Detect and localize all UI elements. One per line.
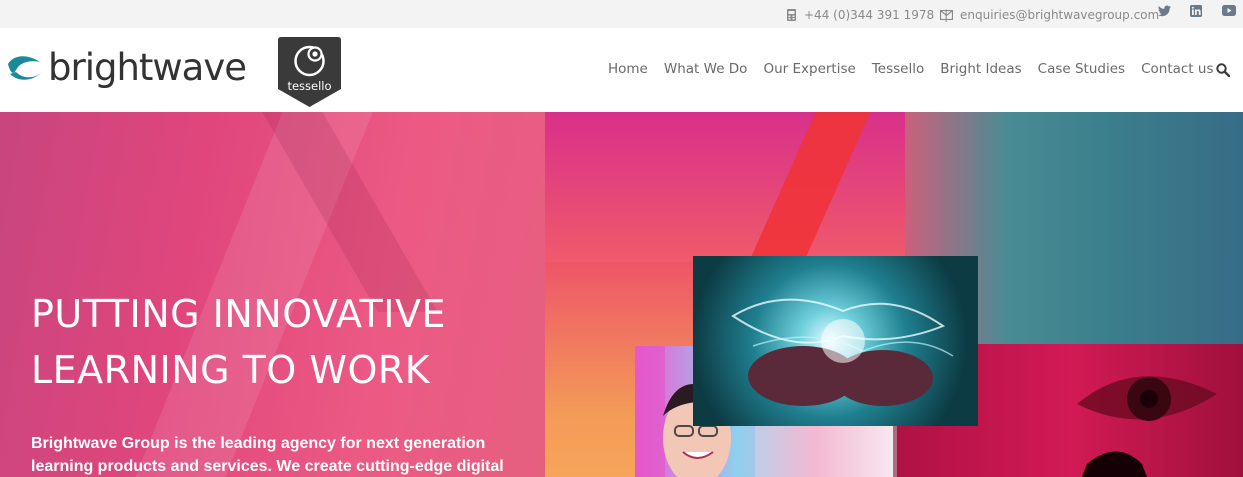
phone-icon bbox=[787, 9, 796, 21]
search-icon[interactable] bbox=[1216, 63, 1230, 77]
email-address[interactable]: enquiries@brightwavegroup.com bbox=[960, 8, 1159, 22]
nav-item-case-studies[interactable]: Case Studies bbox=[1038, 61, 1125, 77]
twitter-icon[interactable] bbox=[1158, 5, 1171, 17]
email-contact[interactable]: enquiries@brightwavegroup.com bbox=[940, 8, 1159, 22]
nav-item-contact-us[interactable]: Contact us bbox=[1141, 61, 1213, 77]
top-utility-bar: +44 (0)344 391 1978 | enquiries@brightwa… bbox=[0, 0, 1243, 28]
nav-item-bright-ideas[interactable]: Bright Ideas bbox=[940, 61, 1021, 77]
linkedin-icon[interactable] bbox=[1190, 5, 1202, 17]
phone-contact[interactable]: +44 (0)344 391 1978 | bbox=[786, 8, 948, 22]
hero-headline-line-2: LEARNING TO WORK bbox=[31, 348, 431, 392]
hero-banner: PUTTING INNOVATIVE LEARNING TO WORK Brig… bbox=[0, 112, 1243, 477]
hero-intro-line-1: Brightwave Group is the leading agency f… bbox=[31, 435, 486, 452]
hero-headline: PUTTING INNOVATIVE LEARNING TO WORK bbox=[31, 286, 531, 398]
nav-item-tessello[interactable]: Tessello bbox=[872, 61, 924, 77]
site-header: brightwave tessello Home What We Do Our … bbox=[0, 28, 1243, 112]
glowing-lights-hands-photo bbox=[693, 256, 978, 426]
mail-icon bbox=[940, 10, 953, 20]
phone-number[interactable]: +44 (0)344 391 1978 bbox=[804, 8, 934, 22]
tessello-badge[interactable]: tessello bbox=[278, 37, 341, 107]
hero-headline-line-1: PUTTING INNOVATIVE bbox=[31, 292, 446, 336]
brand-name: brightwave bbox=[48, 46, 247, 89]
collage-pink-panel bbox=[545, 112, 965, 262]
tessello-badge-label: tessello bbox=[287, 79, 331, 93]
nav-item-home[interactable]: Home bbox=[608, 61, 648, 77]
wave-logo-icon bbox=[8, 55, 42, 80]
youtube-icon[interactable] bbox=[1222, 5, 1236, 16]
nav-item-our-expertise[interactable]: Our Expertise bbox=[763, 61, 855, 77]
brightwave-logo[interactable]: brightwave bbox=[6, 46, 247, 91]
nav-item-what-we-do[interactable]: What We Do bbox=[664, 61, 748, 77]
main-nav: Home What We Do Our Expertise Tessello B… bbox=[608, 61, 1229, 77]
hero-intro-text: Brightwave Group is the leading agency f… bbox=[31, 432, 531, 477]
hero-intro-line-2: learning products and services. We creat… bbox=[31, 458, 504, 475]
